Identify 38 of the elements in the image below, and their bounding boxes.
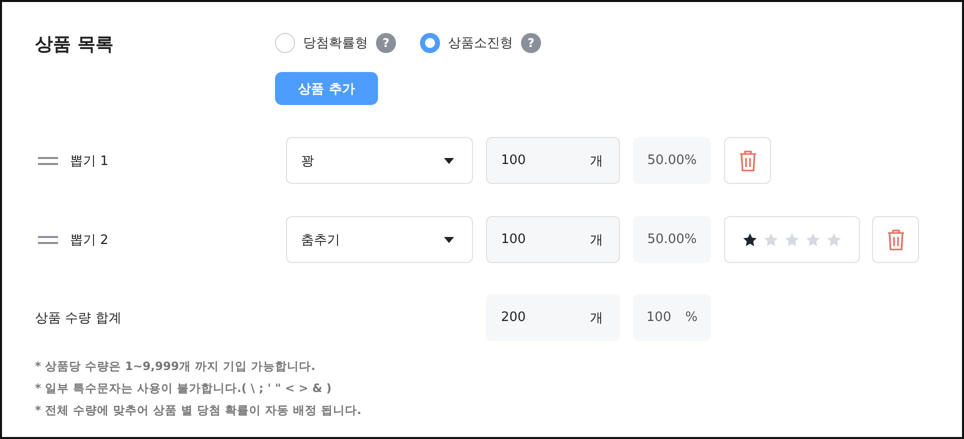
radio-button[interactable] <box>420 33 440 53</box>
drag-handle-icon[interactable] <box>38 236 58 244</box>
star-icon <box>826 232 842 248</box>
prize-dropdown[interactable]: 꽝 <box>286 137 473 184</box>
item-label: 뽑기 1 <box>70 152 108 170</box>
star-icon <box>805 232 821 248</box>
unit-label: 개 <box>590 310 603 326</box>
unit-label: 개 <box>590 152 603 170</box>
mode-option[interactable]: 상품소진형 ? <box>420 33 541 53</box>
star-icon <box>742 232 758 248</box>
drag-handle-icon[interactable] <box>38 156 58 164</box>
star-rating[interactable] <box>742 232 842 248</box>
quantity-field[interactable]: 100 개 <box>486 216 620 263</box>
total-label: 상품 수량 합계 <box>35 310 122 326</box>
delete-button[interactable] <box>724 137 771 184</box>
star-icon <box>784 232 800 248</box>
option-label: 상품소진형 <box>448 35 513 52</box>
delete-button[interactable] <box>872 216 919 263</box>
mode-option[interactable]: 당첨확률형 ? <box>275 33 396 53</box>
item-label: 뽑기 2 <box>70 232 108 248</box>
percent-value: 50.00% <box>633 137 711 184</box>
note-text: * 일부 특수문자는 사용이 불가합니다.( \ ; ' " < > & ) <box>35 381 333 396</box>
star-icon <box>763 232 779 248</box>
section-title: 상품 목록 <box>35 33 114 56</box>
total-percent: 100 % <box>633 294 711 341</box>
total-quantity: 200 개 <box>486 294 620 341</box>
note-text: * 상품당 수량은 1~9,999개 까지 기입 가능합니다. <box>35 359 316 374</box>
percent-value: 50.00% <box>633 216 711 263</box>
radio-button[interactable] <box>275 33 295 53</box>
quantity-field[interactable]: 100 개 <box>486 137 620 184</box>
option-label: 당첨확률형 <box>303 35 368 52</box>
trash-icon <box>886 228 904 250</box>
caret-icon <box>444 158 454 164</box>
note-text: * 전체 수량에 맞추어 상품 별 당첨 확률이 자동 배정 됩니다. <box>35 403 362 418</box>
trash-icon <box>738 150 756 172</box>
prize-dropdown[interactable]: 춤추기 <box>286 216 473 263</box>
unit-label: 개 <box>590 232 603 248</box>
caret-icon <box>444 236 454 242</box>
